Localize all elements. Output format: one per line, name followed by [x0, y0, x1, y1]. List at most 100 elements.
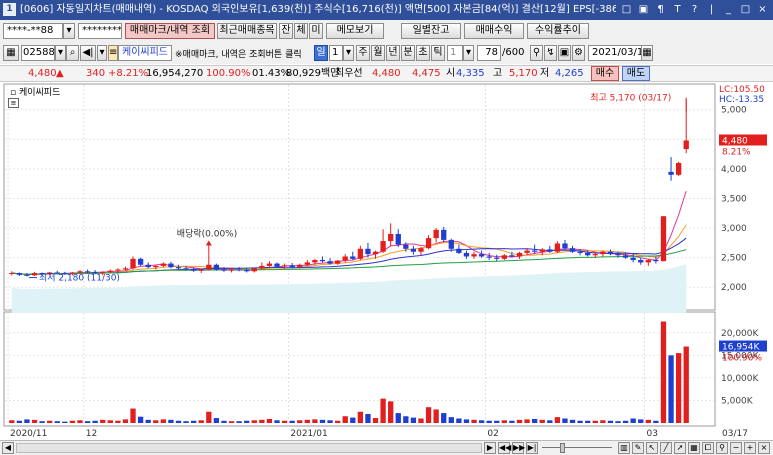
tick-dropdown-icon[interactable]: ▾: [463, 45, 474, 61]
chart-type-icon[interactable]: ▥: [618, 442, 630, 454]
account-dropdown-icon[interactable]: ▾: [63, 23, 75, 39]
period-tick-button[interactable]: 틱: [431, 45, 445, 61]
period-day-button[interactable]: 일: [314, 45, 328, 61]
turnover-rate: 01.43%: [252, 68, 291, 79]
volume-bar: [84, 421, 91, 423]
forward-icon[interactable]: ▶▶: [512, 442, 525, 454]
volume-bar: [388, 401, 394, 423]
close-icon[interactable]: ×: [756, 0, 769, 20]
arrow-tool-icon[interactable]: ➚: [674, 442, 686, 454]
help-icon[interactable]: ?: [688, 0, 701, 20]
zoom-slider[interactable]: [542, 447, 612, 448]
hc-label: HC:-13.35: [719, 95, 764, 105]
period-dropdown-icon[interactable]: ▾: [343, 45, 354, 61]
code-dropdown-icon[interactable]: ▾: [55, 45, 66, 61]
date-input[interactable]: 2021/03/17: [588, 45, 642, 61]
candle-body: [471, 254, 477, 257]
profit-rate-button[interactable]: 수익률추이: [527, 23, 589, 39]
account-select[interactable]: ****-**88: [3, 23, 63, 39]
volume-bar: [274, 420, 280, 423]
candle-body: [327, 261, 333, 264]
volume-bar: [297, 420, 303, 423]
current-price: 4,480: [28, 68, 57, 79]
volume-bar: [198, 420, 204, 423]
draw-icon[interactable]: ✎: [632, 442, 644, 454]
window-icon[interactable]: 1: [3, 3, 16, 16]
balance-button[interactable]: 잔: [279, 23, 293, 39]
period-number-input[interactable]: 1: [329, 45, 343, 61]
font-icon[interactable]: T: [671, 0, 684, 20]
play-icon[interactable]: ▶: [484, 442, 496, 454]
count-input[interactable]: 78: [477, 45, 501, 61]
volume-bar: [600, 420, 606, 423]
price-tick-label: 2,500: [721, 254, 747, 264]
cursor-icon[interactable]: ↖: [646, 442, 658, 454]
executed-button[interactable]: 체: [294, 23, 308, 39]
candle-body: [600, 251, 606, 255]
period-minute-button[interactable]: 분: [401, 45, 415, 61]
tick-number-input[interactable]: 1: [447, 45, 463, 61]
search-icon[interactable]: ⌕: [66, 45, 79, 61]
trend-icon[interactable]: ↯: [544, 45, 557, 61]
period-second-button[interactable]: 초: [416, 45, 430, 61]
high-annotation: 최고 5,170 (03/17): [590, 93, 671, 104]
minimize-icon[interactable]: _: [722, 0, 735, 20]
window-icon-2[interactable]: ▣: [637, 0, 650, 20]
candle-body: [153, 265, 159, 268]
zoom-out-icon[interactable]: −: [730, 442, 742, 454]
buy-button[interactable]: 매수: [591, 66, 619, 81]
candle-body: [251, 268, 257, 272]
unexecuted-button[interactable]: 미: [309, 23, 323, 39]
candle-body: [456, 248, 462, 253]
sell-button[interactable]: 매도: [622, 66, 650, 81]
period-week-button[interactable]: 주: [356, 45, 370, 61]
trade-profit-button[interactable]: 매매수익: [464, 23, 524, 39]
trade-mark-button[interactable]: 매매마크/내역 조회: [125, 23, 215, 39]
grid-icon[interactable]: ▦: [688, 442, 700, 454]
link-icon[interactable]: □: [620, 0, 633, 20]
candle-body: [547, 249, 553, 252]
candle-body: [365, 248, 371, 255]
memo-button[interactable]: 메모보기: [326, 23, 384, 39]
reset-icon[interactable]: ×: [758, 442, 770, 454]
period-month-button[interactable]: 월: [371, 45, 385, 61]
volume-bar: [539, 419, 545, 423]
daily-balance-button[interactable]: 일별잔고: [401, 23, 461, 39]
end-icon[interactable]: ▶|: [526, 442, 538, 454]
gear-icon[interactable]: ⚙: [572, 45, 585, 61]
stock-code-input[interactable]: 025880: [21, 45, 55, 61]
volume-bar: [478, 420, 485, 423]
stock-type-icon[interactable]: ≡: [108, 45, 118, 61]
recent-stocks-button[interactable]: 최근매매종목: [217, 23, 277, 39]
candle-body: [554, 243, 561, 252]
candlestick-chart[interactable]: 5,0004,5004,0003,5003,0002,5002,00020,00…: [0, 83, 773, 440]
candle-body: [334, 260, 341, 264]
stock-name-field[interactable]: 케이씨피드: [118, 45, 172, 61]
volume-bar: [334, 420, 341, 423]
candle-body: [281, 265, 288, 267]
zoom-icon[interactable]: ⚲: [716, 442, 728, 454]
period-year-button[interactable]: 년: [386, 45, 400, 61]
volume-bar: [494, 420, 500, 423]
magnify-icon[interactable]: ⚲: [530, 45, 543, 61]
line-icon[interactable]: ╱: [660, 442, 672, 454]
zoom-slider-handle[interactable]: [560, 443, 565, 453]
save-icon[interactable]: ▣: [558, 45, 571, 61]
calendar-icon[interactable]: ▦: [641, 45, 653, 61]
scroll-track[interactable]: [16, 443, 482, 453]
volume-rate: 100.90%: [206, 68, 251, 79]
pin-icon[interactable]: ¶: [654, 0, 667, 20]
scroll-left-icon[interactable]: ◀: [2, 442, 14, 454]
password-field[interactable]: ********: [78, 23, 122, 39]
volume-bar: [259, 419, 265, 423]
maximize-icon[interactable]: □: [739, 0, 752, 20]
chart-settings-icon[interactable]: ▦: [3, 45, 19, 61]
candle-body: [175, 267, 182, 269]
rewind-icon[interactable]: ◀◀: [498, 442, 511, 454]
sound-icon[interactable]: ◀|: [80, 45, 96, 61]
legend-toggle-icon[interactable]: ≡: [8, 98, 19, 108]
box-icon[interactable]: ⧠: [702, 442, 714, 454]
chevron-down-icon[interactable]: ▾: [97, 45, 107, 61]
volume-bar: [592, 420, 598, 423]
zoom-in-icon[interactable]: +: [744, 442, 756, 454]
